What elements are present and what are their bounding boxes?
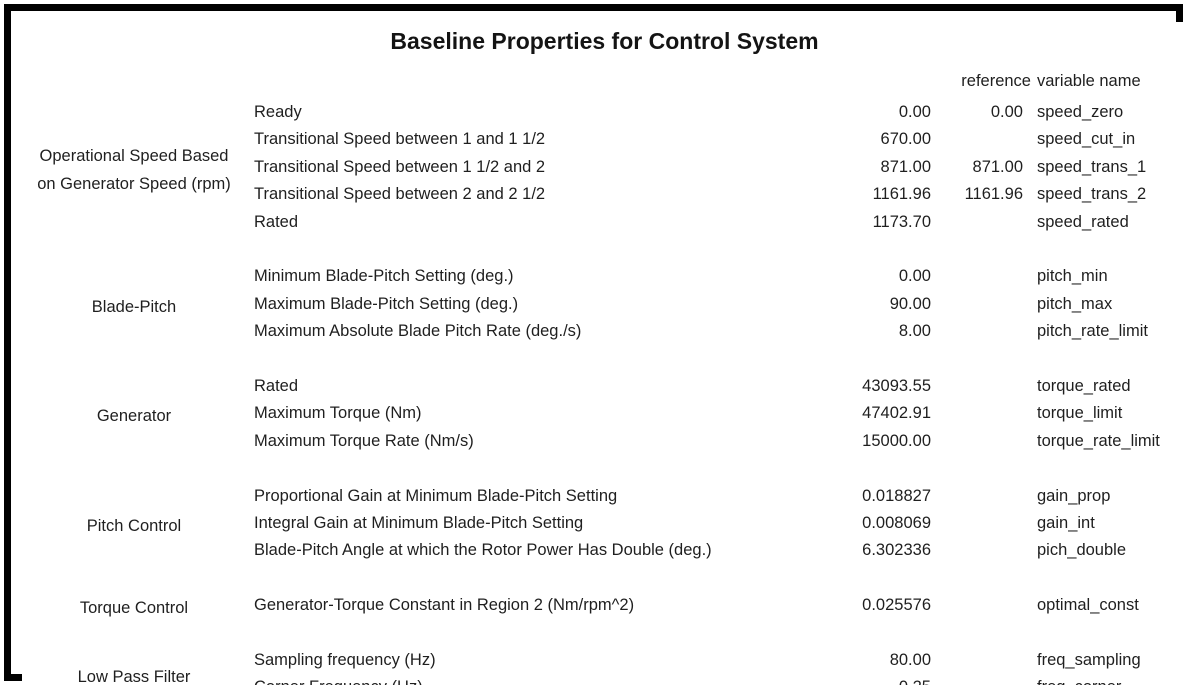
row-value: 6.302336 [862,541,931,560]
table-row: Ready 0.00 0.00 speed_zero [22,102,1187,129]
row-value: 15000.00 [862,431,931,450]
row-variable-name: torque_rated [1037,377,1131,395]
table-row: Blade-Pitch Angle at which the Rotor Pow… [22,540,1187,567]
row-variable-name: torque_rate_limit [1037,431,1160,450]
row-value: 1173.70 [872,212,931,231]
table-row: Rated 43093.55 torque_rated [22,376,1187,403]
group-label: Blade-Pitch [22,294,246,321]
row-description: Rated [254,377,299,395]
group-label: Pitch Control [22,513,246,540]
row-value: 0.00 [898,267,931,286]
row-description: Integral Gain at Minimum Blade-Pitch Set… [254,514,584,532]
group-label-line: Low Pass Filter [77,667,191,685]
row-variable-name: gain_prop [1037,486,1111,505]
row-description: Proportional Gain at Minimum Blade-Pitch… [254,486,618,505]
table-content-area: Baseline Properties for Control System r… [22,22,1187,685]
row-variable-name: optimal_const [1037,596,1139,615]
row-description: Sampling frequency (Hz) [254,651,436,669]
row-variable-name: freq_sampling [1037,651,1141,669]
row-description: Maximum Torque Rate (Nm/s) [254,431,474,450]
row-value: 0.008069 [862,514,931,532]
page-title: Baseline Properties for Control System [390,28,819,54]
row-value: 90.00 [889,294,931,313]
table-row: Maximum Torque Rate (Nm/s) 15000.00 torque… [22,431,1187,458]
document-page: Baseline Properties for Control System r… [0,0,1187,685]
group-label: Torque Control [22,595,246,622]
column-header-reference: reference [961,72,1031,90]
row-description: Corner Frequency (Hz) [254,677,423,685]
row-variable-name: speed_trans_2 [1037,185,1147,204]
row-value: 0.018827 [862,486,931,505]
group-label: Low Pass Filter [22,664,246,685]
row-description: Generator-Torque Constant in Region 2 (N… [254,596,635,615]
row-description: Rated [254,212,299,231]
row-value: 670.00 [880,130,931,149]
row-variable-name: pitch_max [1037,294,1113,313]
row-description: Transitional Speed between 1 1/2 and 2 [254,157,546,176]
row-variable-name: speed_zero [1037,103,1124,121]
group-label-line: Blade-Pitch [91,297,177,316]
row-reference: 871.00 [972,157,1023,176]
row-value: 80.00 [889,651,931,669]
row-variable-name: pitch_rate_limit [1037,322,1148,341]
row-variable-name: speed_cut_in [1037,130,1136,149]
table-frame-border: Baseline Properties for Control System r… [4,4,1187,685]
row-value: 43093.55 [862,377,931,395]
table-row: Maximum Absolute Blade Pitch Rate (deg./… [22,321,1187,348]
row-description: Ready [254,103,302,121]
group-label-line: Pitch Control [86,517,182,535]
row-variable-name: speed_trans_1 [1037,157,1147,176]
group-label-line: Operational Speed Based [39,147,229,166]
row-variable-name: torque_limit [1037,404,1123,423]
row-reference: 0.00 [990,103,1023,121]
row-value: 0.25 [622,677,931,685]
row-description: Transitional Speed between 1 and 1 1/2 [254,130,546,149]
group-label-line: Torque Control [79,599,189,618]
row-description: Maximum Torque (Nm) [254,404,422,423]
table-row: Minimum Blade-Pitch Setting (deg.) 0.00 pi… [22,266,1187,293]
row-variable-name: speed_rated [1037,212,1129,231]
row-reference: 1161.96 [964,185,1023,204]
group-label-line: Generator [96,407,172,426]
table-row: Proportional Gain at Minimum Blade-Pitch… [22,486,1187,513]
row-description: Minimum Blade-Pitch Setting (deg.) [254,267,514,286]
row-description: Maximum Blade-Pitch Setting (deg.) [254,294,519,313]
row-variable-name: pitch_min [1037,267,1108,286]
row-value: 47402.91 [862,404,931,423]
group-label: Generator [22,403,246,430]
row-value: 0.025576 [862,596,931,615]
row-variable-name: freq_corner [1037,677,1121,685]
group-label: Operational Speed Based on Generator Spee… [22,143,246,198]
row-variable-name: pich_double [1037,541,1126,560]
row-description: Transitional Speed between 2 and 2 1/2 [254,185,546,204]
table-row: Rated 1173.70 speed_rated [22,212,1187,239]
row-variable-name: gain_int [1037,514,1095,532]
group-label-line: on Generator Speed (rpm) [37,174,231,193]
row-description: Maximum Absolute Blade Pitch Rate (deg./… [254,322,582,341]
column-header-variable-name: variable name [1037,72,1141,90]
row-value: 8.00 [898,322,931,341]
